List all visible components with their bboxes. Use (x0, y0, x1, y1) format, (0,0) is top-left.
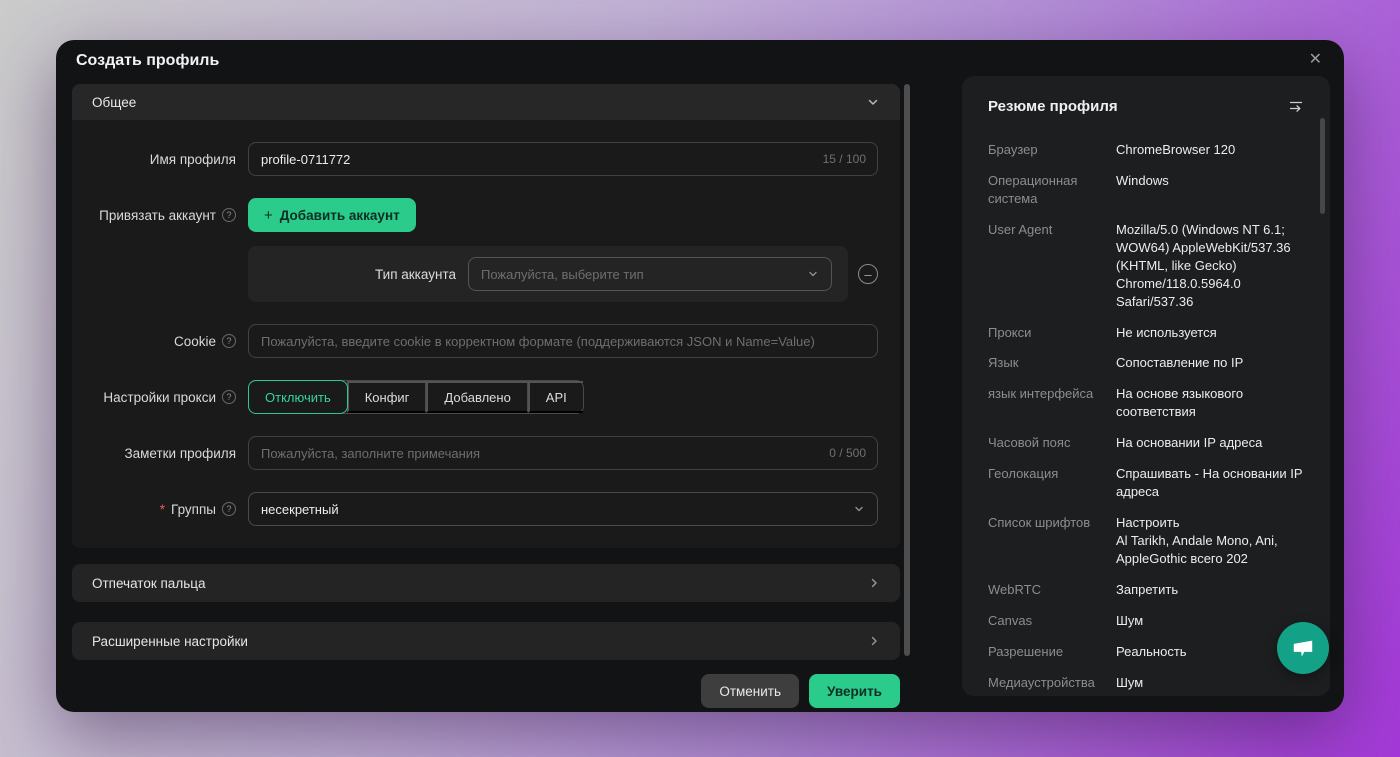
section-advanced-title: Расширенные настройки (92, 634, 248, 649)
proxy-option-added[interactable]: Добавлено (426, 381, 527, 413)
groups-select[interactable]: несекретный (248, 492, 878, 526)
cookie-input[interactable] (248, 324, 878, 358)
help-icon[interactable]: ? (222, 208, 236, 222)
section-general-title: Общее (92, 95, 136, 110)
page-title: Создать профиль (76, 52, 219, 70)
account-type-row: Тип аккаунта Пожалуйста, выберите тип – (72, 246, 878, 302)
summary-row: МедиаустройстваШум (988, 674, 1304, 692)
proxy-option-config[interactable]: Конфиг (347, 381, 427, 413)
summary-row: язык интерфейсаНа основе языкового соотв… (988, 385, 1304, 421)
collapse-panel-icon[interactable] (1288, 99, 1304, 114)
account-entry-panel: Тип аккаунта Пожалуйста, выберите тип (248, 246, 848, 302)
summary-row: WebRTCЗапретить (988, 581, 1304, 599)
summary-row: CanvasШум (988, 612, 1304, 630)
summary-row: Список шрифтовНастроить Al Tarikh, Andal… (988, 514, 1304, 568)
confirm-button[interactable]: Уверить (809, 674, 900, 708)
minus-circle-icon[interactable]: – (858, 264, 878, 284)
chevron-down-icon (807, 268, 819, 280)
help-icon[interactable]: ? (222, 502, 236, 516)
notes-row: Заметки профиля 0 / 500 (72, 436, 878, 470)
summary-scrollbar[interactable] (1320, 118, 1325, 214)
form-scrollbar[interactable] (904, 84, 910, 656)
proxy-option-disable[interactable]: Отключить (248, 380, 348, 414)
desktop-background: Создать профиль ✕ Общее Имя профиля (0, 0, 1400, 757)
summary-row: ПроксиНе используется (988, 324, 1304, 342)
section-general: Общее Имя профиля 15 / 100 (72, 84, 900, 548)
proxy-mode-segmented-control: Отключить Конфиг Добавлено API (248, 380, 584, 414)
add-account-button[interactable]: + Добавить аккаунт (248, 198, 416, 232)
groups-row: * Группы ? несекретный (72, 492, 878, 526)
section-fingerprint-header[interactable]: Отпечаток пальца (72, 564, 900, 602)
notes-label: Заметки профиля (72, 446, 248, 461)
summary-row: Часовой поясНа основании IP адреса (988, 434, 1304, 452)
modal-footer: Отменить Уверить (72, 674, 900, 708)
chat-bubble-icon (1290, 636, 1316, 660)
summary-row: ГеолокацияСпрашивать - На основании IP а… (988, 465, 1304, 501)
help-icon[interactable]: ? (222, 390, 236, 404)
profile-summary-panel: Резюме профиля БраузерChromeBrowser 120 … (962, 76, 1330, 696)
profile-name-label: Имя профиля (72, 152, 248, 167)
chevron-down-icon (866, 95, 880, 109)
account-type-label: Тип аккаунта (375, 267, 456, 282)
proxy-settings-row: Настройки прокси ? Отключить Конфиг Доба… (72, 380, 878, 414)
chevron-right-icon (868, 635, 880, 647)
summary-row: User AgentMozilla/5.0 (Windows NT 6.1; W… (988, 221, 1304, 311)
profile-form: Общее Имя профиля 15 / 100 (72, 84, 900, 660)
section-fingerprint-title: Отпечаток пальца (92, 576, 205, 591)
notes-counter: 0 / 500 (829, 446, 866, 460)
plus-icon: + (264, 207, 273, 224)
cookie-label: Cookie ? (72, 334, 248, 349)
profile-name-input[interactable] (248, 142, 878, 176)
help-icon[interactable]: ? (222, 334, 236, 348)
summary-row: ЯзыкСопоставление по IP (988, 354, 1304, 372)
proxy-settings-label: Настройки прокси ? (72, 390, 248, 405)
chevron-down-icon (853, 503, 865, 515)
summary-row: БраузерChromeBrowser 120 (988, 141, 1304, 159)
section-advanced-header[interactable]: Расширенные настройки (72, 622, 900, 660)
profile-name-row: Имя профиля 15 / 100 (72, 142, 878, 176)
notes-input[interactable] (248, 436, 878, 470)
create-profile-modal: Создать профиль ✕ Общее Имя профиля (56, 40, 1344, 712)
profile-name-counter: 15 / 100 (823, 152, 866, 166)
link-account-row: Привязать аккаунт ? + Добавить аккаунт (72, 198, 878, 232)
summary-row: Операционная системаWindows (988, 172, 1304, 208)
section-general-header[interactable]: Общее (72, 84, 900, 120)
link-account-label: Привязать аккаунт ? (72, 208, 248, 223)
required-mark: * (160, 502, 165, 517)
cancel-button[interactable]: Отменить (701, 674, 799, 708)
cookie-row: Cookie ? (72, 324, 878, 358)
groups-label: * Группы ? (72, 502, 248, 517)
summary-row: РазрешениеРеальность (988, 643, 1304, 661)
account-type-select[interactable]: Пожалуйста, выберите тип (468, 257, 832, 291)
close-icon[interactable]: ✕ (1309, 49, 1322, 69)
section-general-body: Имя профиля 15 / 100 Привязать аккаунт (72, 120, 900, 548)
summary-title: Резюме профиля (988, 98, 1118, 115)
chevron-right-icon (868, 577, 880, 589)
proxy-option-api[interactable]: API (528, 381, 583, 413)
chat-button[interactable] (1277, 622, 1329, 674)
